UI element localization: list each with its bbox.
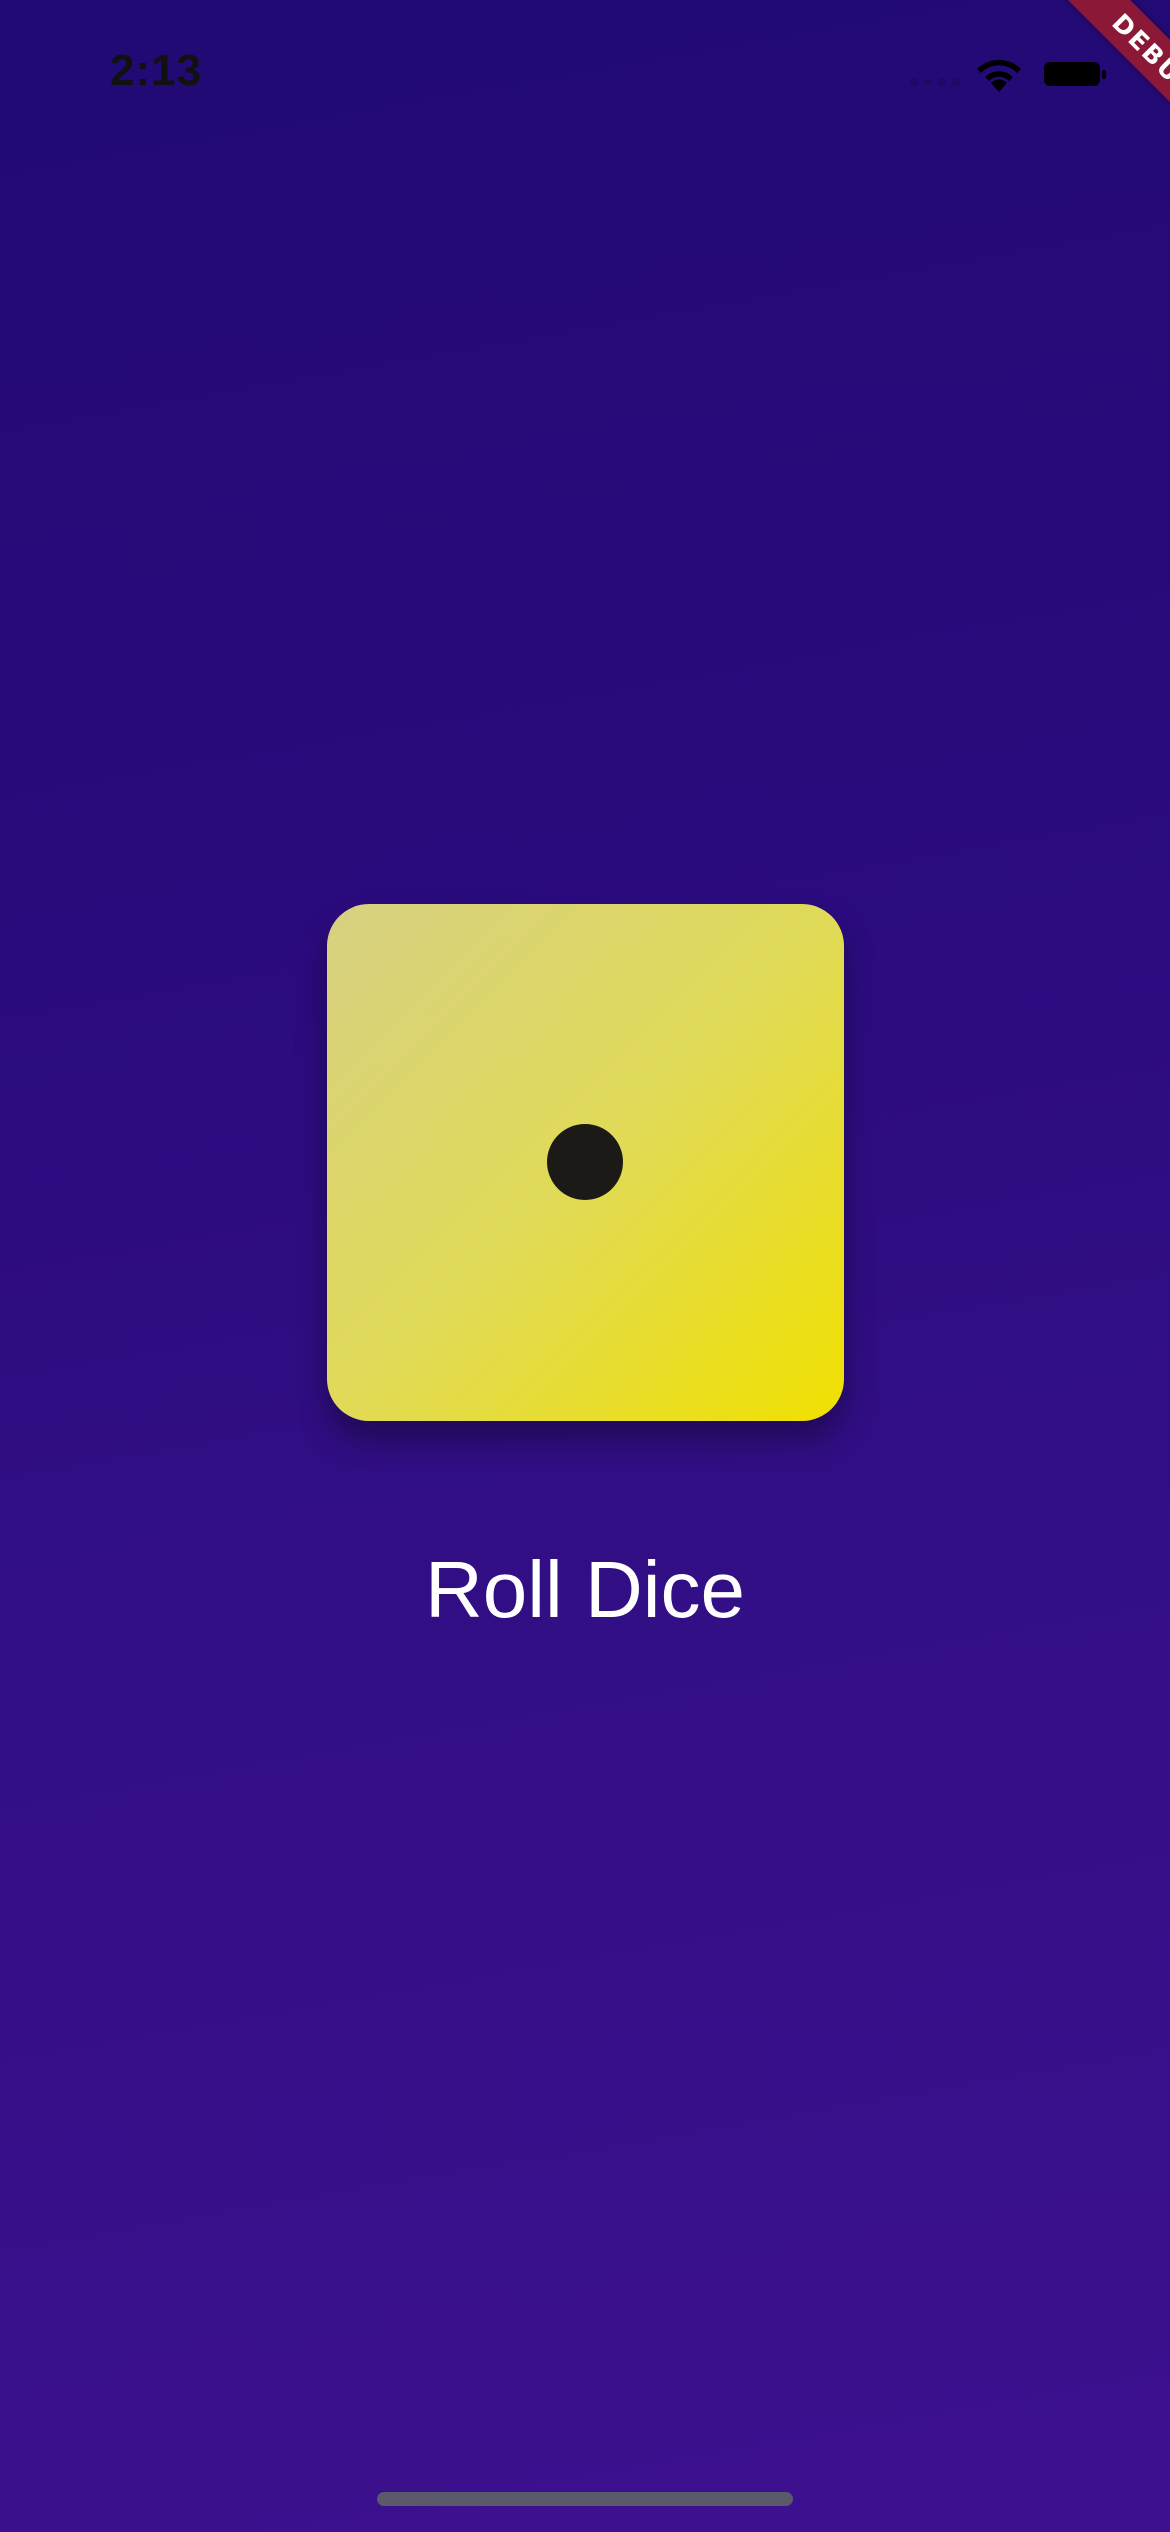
dice-face[interactable] [327,904,844,1421]
debug-banner: DEBUG [1000,0,1170,170]
status-bar: 2:13 [0,0,1170,140]
home-indicator[interactable] [377,2492,793,2506]
dice-pip [547,1124,623,1200]
debug-banner-label: DEBUG [1058,0,1170,153]
roll-dice-button[interactable]: Roll Dice [385,1540,785,1640]
status-time: 2:13 [110,46,203,95]
signal-icon [910,78,960,90]
